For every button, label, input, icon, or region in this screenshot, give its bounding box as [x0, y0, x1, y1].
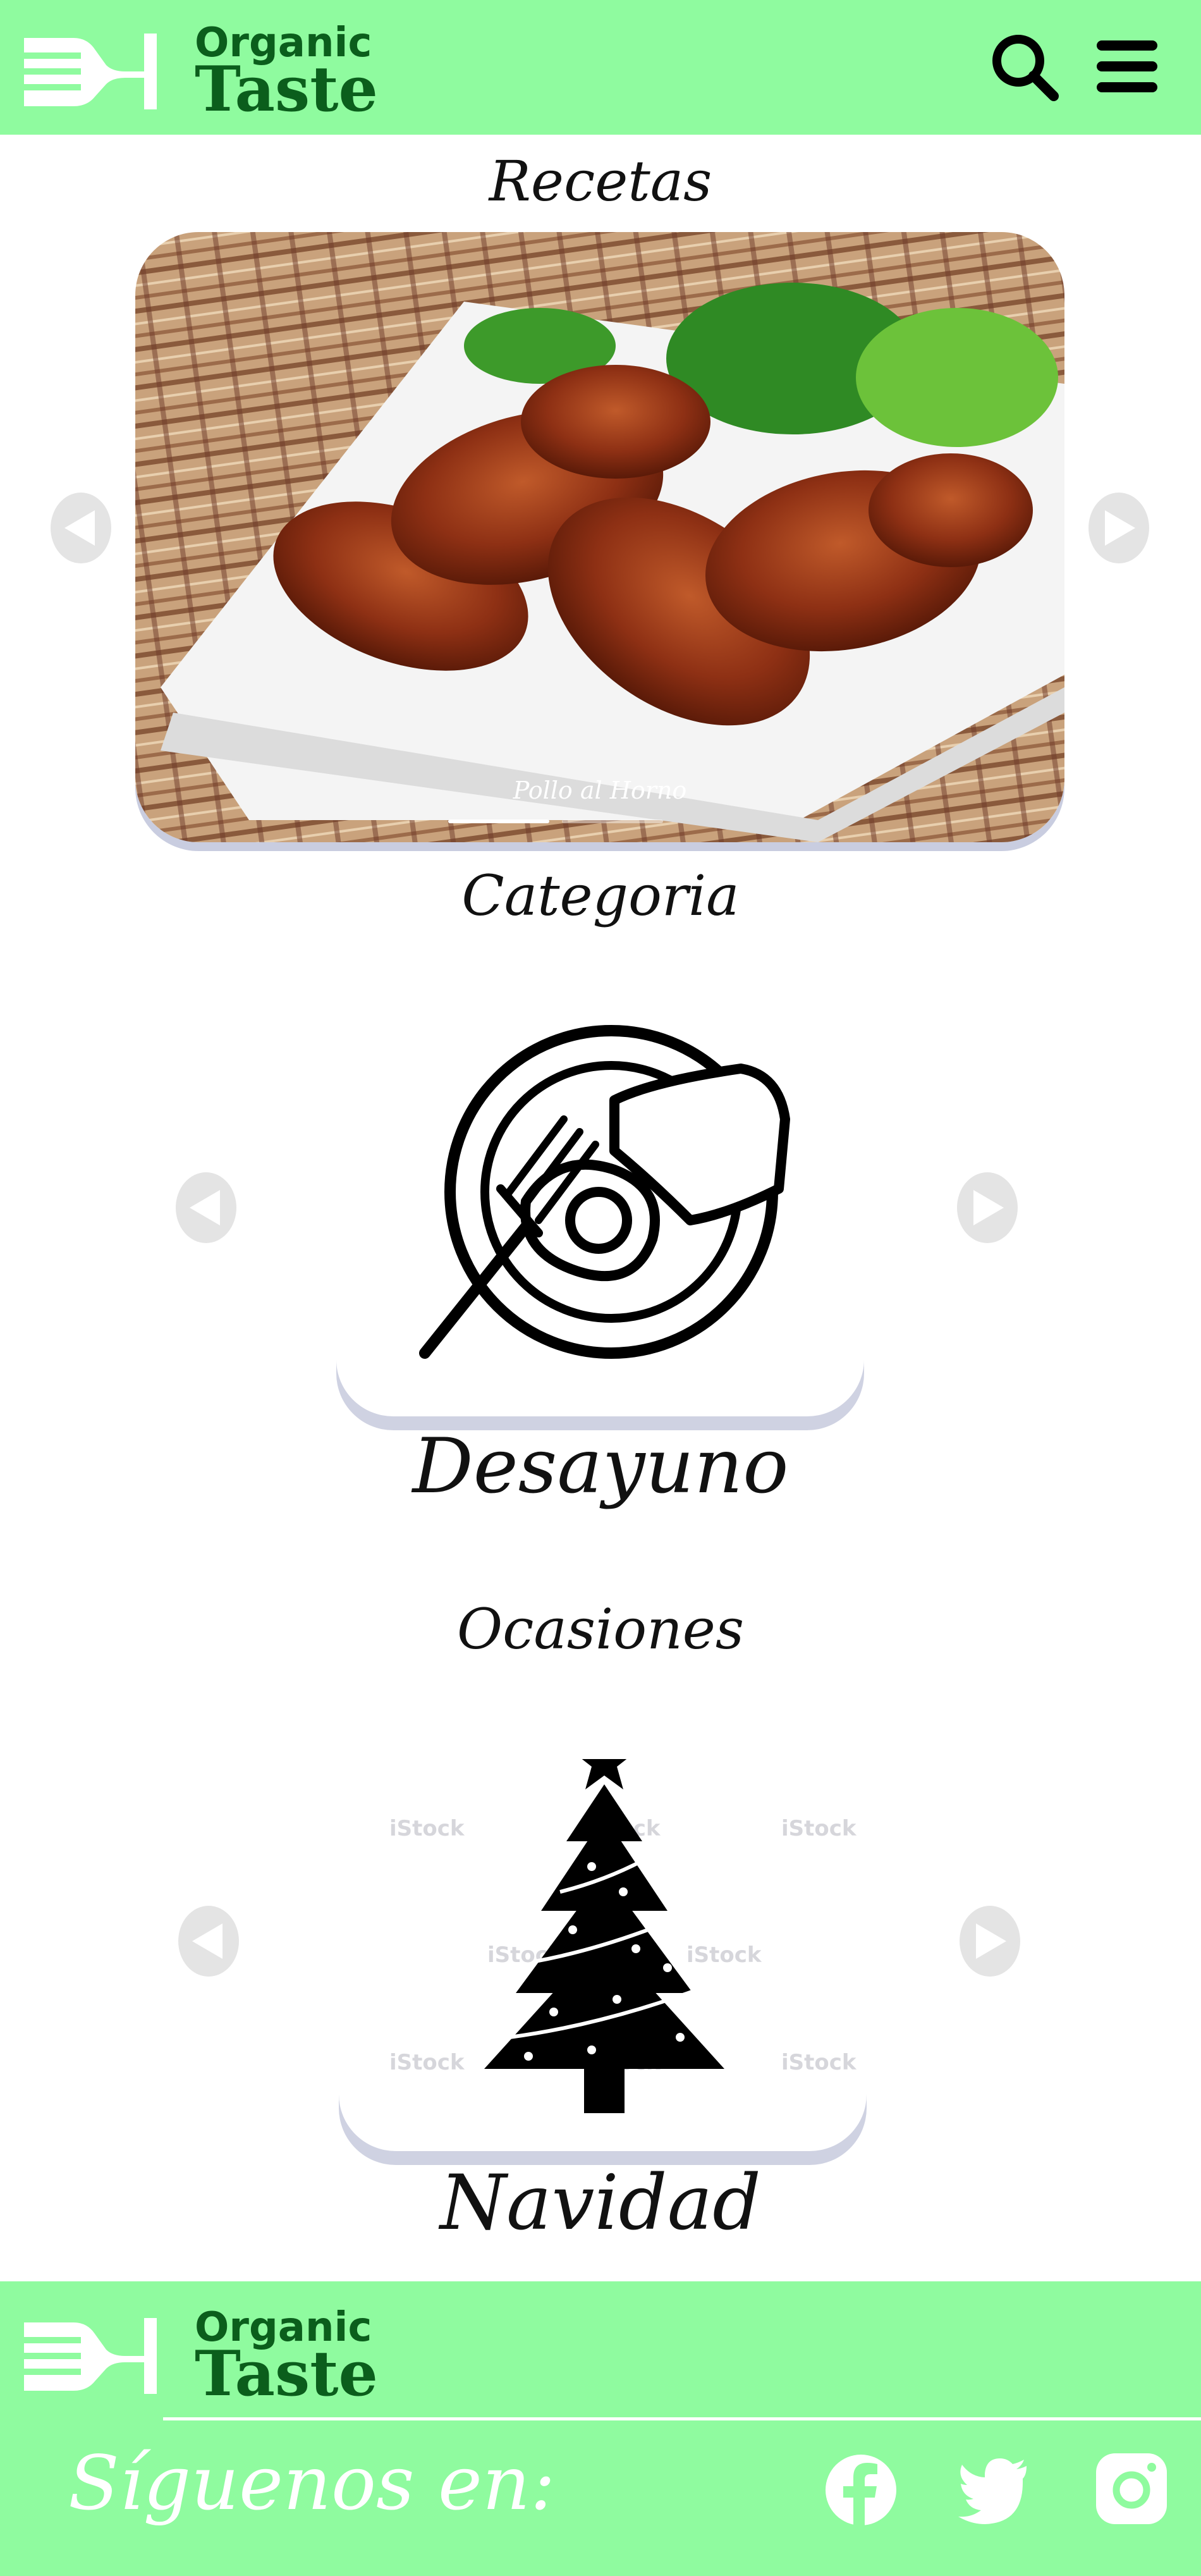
- follow-us-text: Síguenos en:: [68, 2439, 556, 2527]
- menu-icon[interactable]: [1095, 38, 1159, 95]
- occasion-card[interactable]: iStock iStock iStock iStock iStock iStoc…: [339, 1759, 867, 2151]
- arrow-right-icon[interactable]: [956, 1170, 1019, 1246]
- carousel-dot[interactable]: [448, 819, 549, 823]
- section-title-category: Categoria: [461, 863, 740, 928]
- twitter-icon[interactable]: [956, 2451, 1032, 2527]
- search-icon[interactable]: [989, 32, 1059, 101]
- arrow-right-icon[interactable]: [1087, 490, 1150, 566]
- section-title-recipes: Recetas: [489, 149, 712, 214]
- footer-logo[interactable]: Organic Taste: [24, 2307, 378, 2410]
- fork-logo-icon: [24, 2317, 157, 2394]
- recipe-caption: Pollo al Horno: [513, 776, 687, 804]
- recipe-image: [135, 232, 1064, 842]
- facebook-icon[interactable]: [823, 2452, 899, 2528]
- instagram-icon[interactable]: [1094, 2451, 1169, 2527]
- breakfast-icon: [419, 1025, 790, 1359]
- section-title-occasions: Ocasiones: [456, 1597, 745, 1662]
- occasion-label: Navidad: [440, 2159, 761, 2247]
- category-label: Desayuno: [412, 1423, 789, 1511]
- carousel-indicators: [448, 819, 663, 823]
- brand-line-2: Taste: [195, 2337, 378, 2410]
- arrow-left-icon[interactable]: [174, 1170, 238, 1246]
- christmas-tree-icon: [484, 1759, 724, 2113]
- fork-logo-icon: [24, 33, 157, 109]
- carousel-dot[interactable]: [562, 819, 663, 823]
- header: Organic Taste: [0, 0, 1201, 135]
- brand-line-2: Taste: [195, 52, 378, 126]
- recipe-carousel-slide[interactable]: Pollo al Horno: [135, 232, 1064, 842]
- category-card[interactable]: [336, 1024, 864, 1416]
- arrow-left-icon[interactable]: [49, 490, 113, 566]
- logo[interactable]: Organic Taste: [24, 23, 378, 126]
- footer-divider: [163, 2417, 1201, 2420]
- arrow-right-icon[interactable]: [958, 1903, 1021, 1979]
- footer: Organic Taste Síguenos en:: [0, 2281, 1201, 2576]
- arrow-left-icon[interactable]: [177, 1903, 240, 1979]
